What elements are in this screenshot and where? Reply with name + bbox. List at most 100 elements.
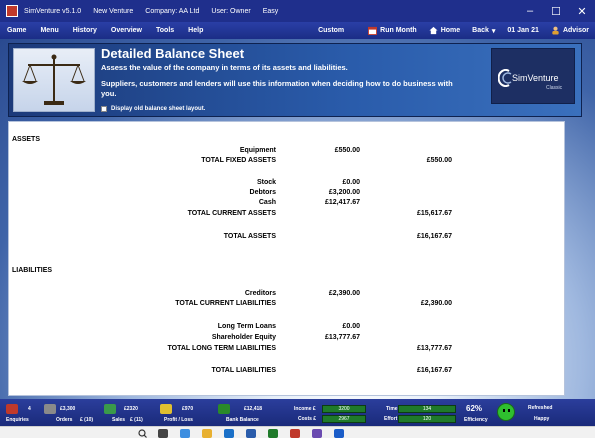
costs-label: Costs £ [298,416,317,422]
row-value: £550.00 [334,147,360,154]
row-total: £16,167.67 [416,367,452,374]
window-titlebar: SimVenture v5.1.0 New Venture Company: A… [0,0,595,22]
page-description: Suppliers, customers and lenders will us… [101,79,453,98]
enquiries-icon [6,404,18,414]
time-label: Time [386,406,398,412]
orders-label: Orders [56,417,73,423]
logo-tag: Classic [546,85,563,91]
mood-label: Refreshed [528,405,553,411]
enquiries-value: 4 [28,406,31,412]
row-label: Shareholder Equity [211,334,276,341]
row-value: £12,417.67 [324,199,360,206]
advisor-icon [552,26,559,35]
row-label: TOTAL CURRENT ASSETS [187,210,276,217]
back-label: Back [472,27,489,34]
row-label: Creditors [244,290,276,297]
table-row: Debtors £3,200.00 [9,189,566,199]
bank-icon [218,404,230,414]
row-label: TOTAL FIXED ASSETS [201,157,276,164]
table-row: TOTAL ASSETS £16,167.67 [9,233,566,243]
sales-icon [104,404,116,414]
menu-overview[interactable]: Overview [104,27,149,34]
advisor-button[interactable]: Advisor [545,26,595,35]
menu-menu[interactable]: Menu [33,27,65,34]
app-task-icon[interactable] [290,429,300,438]
row-total: £13,777.67 [416,345,452,352]
calendar-icon [368,26,378,35]
row-label: Long Term Loans [217,323,276,330]
user-name: User: Owner [211,7,251,15]
row-value: £0.00 [342,323,360,330]
table-row: Cash £12,417.67 [9,199,566,209]
happy-face-icon [497,403,515,421]
run-month-label: Run Month [380,27,417,34]
row-label: Equipment [239,147,276,154]
minimize-button[interactable]: – [517,0,543,22]
row-label: Cash [258,199,276,206]
time-value: 134 [398,405,456,413]
maximize-button[interactable]: ☐ [543,0,569,22]
row-value: £0.00 [342,179,360,186]
company-name: Company: AA Ltd [145,7,200,15]
orders-icon [44,404,56,414]
advisor-label: Advisor [562,27,589,34]
title-items: SimVenture v5.1.0 New Venture Company: A… [24,8,278,15]
page-title: Detailed Balance Sheet [101,46,245,61]
sales-value: £2320 [124,406,138,412]
logo-swirl-icon [498,69,512,87]
menu-game[interactable]: Game [0,27,33,34]
back-button[interactable]: Back ▾ [466,27,501,35]
scales-of-justice-icon [22,54,86,105]
store-icon[interactable] [224,429,234,438]
row-label: Stock [256,179,276,186]
old-layout-toggle[interactable]: Display old balance sheet layout. [101,106,205,112]
search-icon[interactable] [138,429,147,438]
profit-label: Profit / Loss [164,417,193,423]
chrome-icon[interactable] [268,429,278,438]
bank-label: Bank Balance [226,417,259,423]
simventure-task-icon[interactable] [334,429,344,438]
page-subtitle: Assess the value of the company in terms… [101,63,348,72]
table-row: Long Term Loans £0.00 [9,323,566,333]
menu-history[interactable]: History [66,27,104,34]
difficulty: Easy [262,7,279,15]
row-label: TOTAL ASSETS [223,233,276,240]
menu-tools[interactable]: Tools [149,27,181,34]
run-month-button[interactable]: Run Month [362,26,423,35]
home-button[interactable]: Home [423,26,466,35]
task-view-icon[interactable] [158,429,168,438]
teams-icon[interactable] [312,429,322,438]
home-label: Home [440,27,461,34]
menu-help[interactable]: Help [181,27,210,34]
effort-label: Effort [384,416,398,422]
row-value: £3,200.00 [328,189,360,196]
balance-sheet: ASSETS Equipment £550.00 TOTAL FIXED ASS… [8,121,565,396]
edge-icon[interactable] [180,429,190,438]
row-total: £2,390.00 [420,300,452,307]
os-taskbar [0,426,595,438]
bank-value: £12,418 [244,406,263,412]
profit-icon [160,404,172,414]
old-layout-checkbox[interactable] [101,106,107,112]
effort-value: 120 [398,415,456,423]
costs-value: 2967 [322,415,366,423]
orders-value: £3,300 [60,406,76,412]
orders-sub: £ (10) [80,417,94,423]
row-label: TOTAL LIABILITIES [211,367,276,374]
home-icon [429,26,438,35]
enquiries-label: Enquiries [6,417,29,423]
row-total: £16,167.67 [416,233,452,240]
profit-value: £970 [182,406,194,412]
close-button[interactable]: ✕ [569,0,595,22]
simventure-logo: SimVenture Classic [491,48,575,104]
mail-icon[interactable] [246,429,256,438]
table-row: Shareholder Equity £13,777.67 [9,334,566,344]
sales-label: Sales [112,417,126,423]
table-row: TOTAL LONG TERM LIABILITIES £13,777.67 [9,345,566,355]
menu-bar: Game Menu History Overview Tools Help Cu… [0,22,595,39]
table-row: Creditors £2,390.00 [9,290,566,300]
row-label: TOTAL LONG TERM LIABILITIES [167,345,277,352]
custom-button[interactable]: Custom [312,27,350,34]
folder-icon[interactable] [202,429,212,438]
table-row: TOTAL LIABILITIES £16,167.67 [9,367,566,377]
